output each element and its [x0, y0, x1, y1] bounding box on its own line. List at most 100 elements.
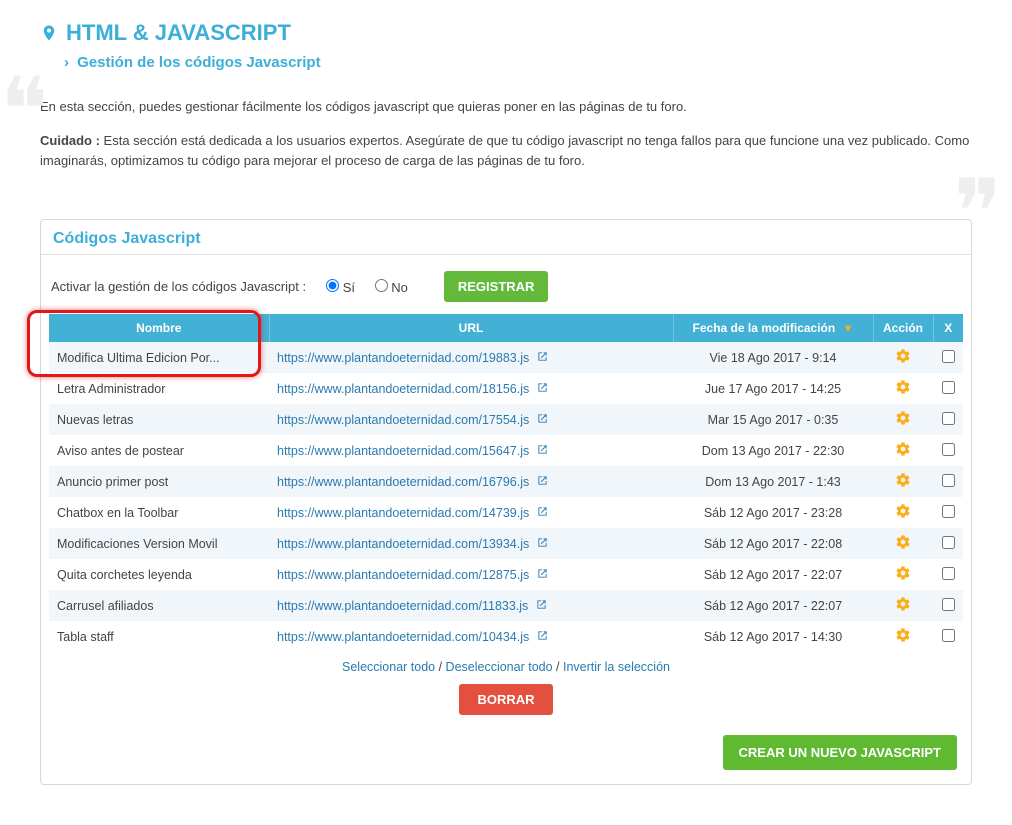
cell-checkbox	[933, 621, 963, 652]
external-link-icon	[537, 506, 548, 517]
row-checkbox[interactable]	[942, 474, 955, 487]
breadcrumb[interactable]: › Gestión de los códigos Javascript	[64, 54, 972, 71]
external-link-icon	[537, 444, 548, 455]
gear-icon[interactable]	[895, 534, 911, 550]
cell-action	[873, 342, 933, 373]
cell-checkbox	[933, 497, 963, 528]
gear-icon[interactable]	[895, 565, 911, 581]
radio-no-input[interactable]	[375, 279, 388, 292]
delete-button[interactable]: BORRAR	[459, 684, 552, 715]
create-js-button[interactable]: CREAR UN NUEVO JAVASCRIPT	[723, 735, 957, 770]
radio-no[interactable]: No	[375, 280, 408, 295]
row-checkbox[interactable]	[942, 350, 955, 363]
row-checkbox[interactable]	[942, 505, 955, 518]
gear-icon[interactable]	[895, 503, 911, 519]
row-checkbox[interactable]	[942, 443, 955, 456]
cell-checkbox	[933, 559, 963, 590]
url-link[interactable]: https://www.plantandoeternidad.com/17554…	[277, 413, 548, 427]
cell-name[interactable]: Nuevas letras	[49, 404, 269, 435]
row-checkbox[interactable]	[942, 629, 955, 642]
external-link-icon	[537, 537, 548, 548]
cell-name[interactable]: Quita corchetes leyenda	[49, 559, 269, 590]
cell-url: https://www.plantandoeternidad.com/15647…	[269, 435, 673, 466]
radio-yes-label: Sí	[343, 280, 355, 295]
url-link[interactable]: https://www.plantandoeternidad.com/10434…	[277, 630, 548, 644]
careful-text: Esta sección está dedicada a los usuario…	[40, 133, 969, 168]
row-checkbox[interactable]	[942, 381, 955, 394]
quote-close-icon: ❞	[954, 169, 1002, 259]
breadcrumb-text: Gestión de los códigos Javascript	[77, 54, 320, 71]
radio-yes[interactable]: Sí	[326, 280, 359, 295]
external-link-icon	[536, 599, 547, 610]
url-link[interactable]: https://www.plantandoeternidad.com/13934…	[277, 537, 548, 551]
intro-line1: En esta sección, puedes gestionar fácilm…	[40, 97, 972, 117]
panel-title: Códigos Javascript	[41, 220, 971, 255]
external-link-icon	[537, 630, 548, 641]
external-link-icon	[537, 413, 548, 424]
url-link[interactable]: https://www.plantandoeternidad.com/19883…	[277, 351, 548, 365]
sep2: /	[553, 660, 563, 674]
cell-checkbox	[933, 404, 963, 435]
cell-action	[873, 590, 933, 621]
url-link[interactable]: https://www.plantandoeternidad.com/16796…	[277, 475, 548, 489]
th-x[interactable]: X	[933, 314, 963, 342]
radio-yes-input[interactable]	[326, 279, 339, 292]
cell-action	[873, 528, 933, 559]
cell-date: Sáb 12 Ago 2017 - 23:28	[673, 497, 873, 528]
cell-name[interactable]: Chatbox en la Toolbar	[49, 497, 269, 528]
row-checkbox[interactable]	[942, 598, 955, 611]
cell-name[interactable]: Letra Administrador	[49, 373, 269, 404]
deselect-all-link[interactable]: Deseleccionar todo	[446, 660, 553, 674]
url-link[interactable]: https://www.plantandoeternidad.com/18156…	[277, 382, 548, 396]
cell-checkbox	[933, 373, 963, 404]
activate-radio-group: Sí No	[326, 279, 424, 295]
register-button[interactable]: REGISTRAR	[444, 271, 549, 302]
cell-action	[873, 621, 933, 652]
js-codes-table: Nombre URL Fecha de la modificación ▼ Ac…	[49, 314, 963, 652]
row-checkbox[interactable]	[942, 412, 955, 425]
cell-date: Sáb 12 Ago 2017 - 22:08	[673, 528, 873, 559]
cell-name[interactable]: Modificaciones Version Movil	[49, 528, 269, 559]
invert-selection-link[interactable]: Invertir la selección	[563, 660, 670, 674]
radio-no-label: No	[391, 280, 408, 295]
gear-icon[interactable]	[895, 441, 911, 457]
cell-date: Sáb 12 Ago 2017 - 22:07	[673, 590, 873, 621]
gear-icon[interactable]	[895, 379, 911, 395]
cell-name[interactable]: Anuncio primer post	[49, 466, 269, 497]
table-row: Anuncio primer post https://www.plantando…	[49, 466, 963, 497]
cell-name[interactable]: Modifica Ultima Edicion Por...	[49, 342, 269, 373]
row-checkbox[interactable]	[942, 536, 955, 549]
external-link-icon	[537, 351, 548, 362]
th-date[interactable]: Fecha de la modificación ▼	[673, 314, 873, 342]
url-link[interactable]: https://www.plantandoeternidad.com/11833…	[277, 599, 547, 613]
url-link[interactable]: https://www.plantandoeternidad.com/14739…	[277, 506, 548, 520]
quote-open-icon: ❝	[0, 67, 48, 157]
cell-name[interactable]: Tabla staff	[49, 621, 269, 652]
row-checkbox[interactable]	[942, 567, 955, 580]
select-all-link[interactable]: Seleccionar todo	[342, 660, 435, 674]
cell-checkbox	[933, 342, 963, 373]
table-row: Quita corchetes leyenda https://www.plant…	[49, 559, 963, 590]
table-row: Modificaciones Version Movil https://www.…	[49, 528, 963, 559]
map-pin-icon	[40, 22, 58, 44]
intro-block: ❝ En esta sección, puedes gestionar fáci…	[40, 97, 972, 209]
gear-icon[interactable]	[895, 472, 911, 488]
cell-url: https://www.plantandoeternidad.com/19883…	[269, 342, 673, 373]
cell-name[interactable]: Carrusel afiliados	[49, 590, 269, 621]
cell-checkbox	[933, 528, 963, 559]
th-action[interactable]: Acción	[873, 314, 933, 342]
table-row: Carrusel afiliados https://www.plantandoe…	[49, 590, 963, 621]
th-url[interactable]: URL	[269, 314, 673, 342]
gear-icon[interactable]	[895, 596, 911, 612]
gear-icon[interactable]	[895, 410, 911, 426]
intro-careful: Cuidado : Esta sección está dedicada a l…	[40, 131, 972, 171]
gear-icon[interactable]	[895, 627, 911, 643]
cell-date: Mar 15 Ago 2017 - 0:35	[673, 404, 873, 435]
cell-action	[873, 559, 933, 590]
url-link[interactable]: https://www.plantandoeternidad.com/15647…	[277, 444, 548, 458]
cell-name[interactable]: Aviso antes de postear	[49, 435, 269, 466]
sort-desc-icon: ▼	[843, 323, 854, 335]
url-link[interactable]: https://www.plantandoeternidad.com/12875…	[277, 568, 548, 582]
gear-icon[interactable]	[895, 348, 911, 364]
th-name[interactable]: Nombre	[49, 314, 269, 342]
